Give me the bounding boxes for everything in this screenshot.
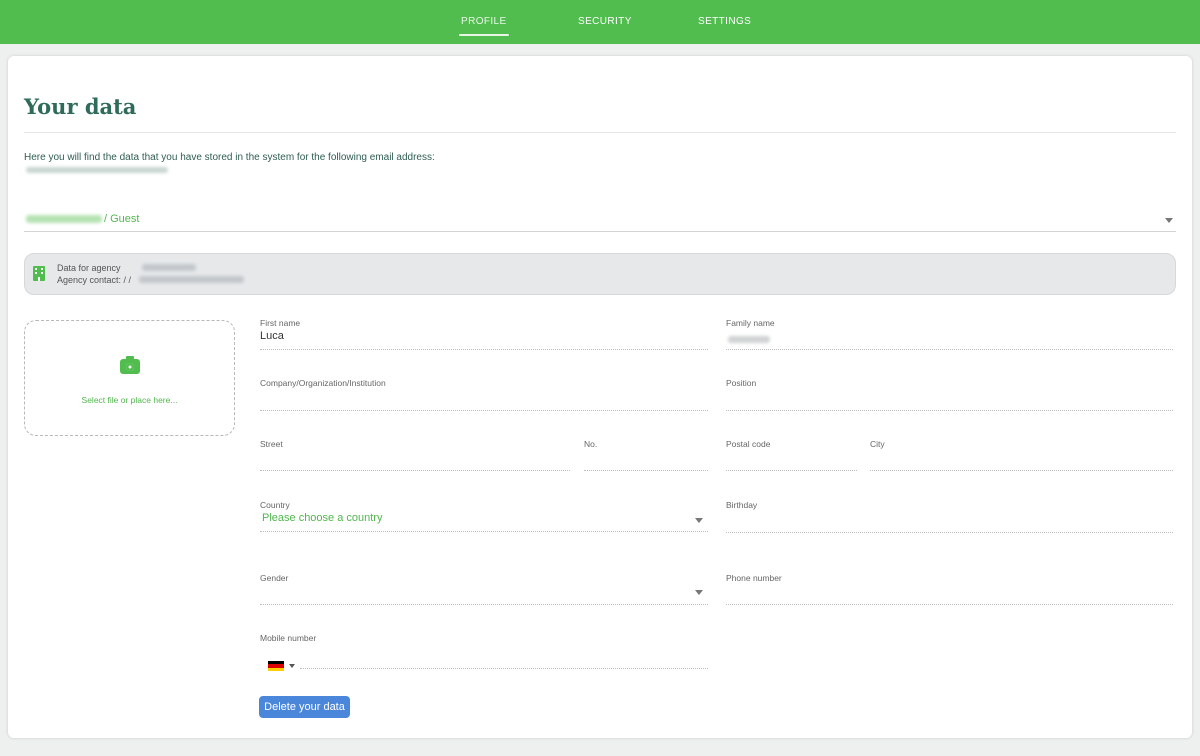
country-label: Country xyxy=(260,500,290,510)
mobile-label: Mobile number xyxy=(260,633,317,643)
house-number-field[interactable]: No. xyxy=(584,439,708,473)
first-name-underline xyxy=(260,349,708,350)
birthday-field[interactable]: Birthday xyxy=(726,500,1173,534)
email-address-redacted xyxy=(26,167,168,173)
postal-code-field[interactable]: Postal code xyxy=(726,439,857,473)
country-underline xyxy=(260,531,708,532)
city-underline xyxy=(870,470,1173,471)
top-navigation: PROFILE SECURITY SETTINGS xyxy=(0,0,1200,44)
house-number-label: No. xyxy=(584,439,598,449)
agency-info-banner: Data for agency Agency contact: / / xyxy=(24,253,1176,295)
street-underline xyxy=(260,470,570,471)
account-select[interactable]: / Guest xyxy=(24,212,1176,232)
account-name-redacted xyxy=(26,215,102,223)
family-name-redacted xyxy=(728,336,770,343)
upload-hint: Select file or place here... xyxy=(81,395,178,405)
tab-profile[interactable]: PROFILE xyxy=(459,0,509,44)
country-flag-icon[interactable] xyxy=(268,661,284,671)
chevron-down-icon xyxy=(289,664,295,668)
tab-security[interactable]: SECURITY xyxy=(578,0,632,44)
country-select[interactable]: Country Please choose a country xyxy=(260,500,708,534)
intro-text: Here you will find the data that you hav… xyxy=(24,152,435,163)
postal-code-label: Postal code xyxy=(726,439,771,449)
position-field[interactable]: Position xyxy=(726,378,1173,412)
phone-label: Phone number xyxy=(726,573,782,583)
family-name-label: Family name xyxy=(726,318,775,328)
flag-stripe xyxy=(268,667,284,671)
position-label: Position xyxy=(726,378,757,388)
mobile-underline xyxy=(300,668,708,669)
first-name-field[interactable]: First name Luca xyxy=(260,318,708,352)
first-name-label: First name xyxy=(260,318,301,328)
title-divider xyxy=(24,132,1176,133)
street-label: Street xyxy=(260,439,283,449)
camera-icon xyxy=(120,356,140,374)
family-name-field[interactable]: Family name xyxy=(726,318,1173,352)
gender-underline xyxy=(260,604,708,605)
agency-contact-label: Agency contact: / / xyxy=(57,275,132,285)
position-underline xyxy=(726,410,1173,411)
first-name-value: Luca xyxy=(260,330,284,342)
account-role: / Guest xyxy=(104,213,140,225)
profile-card: Your data Here you will find the data th… xyxy=(8,56,1192,738)
chevron-down-icon xyxy=(1165,218,1173,223)
birthday-label: Birthday xyxy=(726,500,758,510)
gender-select[interactable]: Gender xyxy=(260,573,708,607)
chevron-down-icon xyxy=(695,590,703,595)
family-name-underline xyxy=(726,349,1173,350)
photo-upload-dropzone[interactable]: Select file or place here... xyxy=(24,320,235,436)
chevron-down-icon xyxy=(695,518,703,523)
agency-data-label: Data for agency xyxy=(57,263,121,273)
street-field[interactable]: Street xyxy=(260,439,570,473)
mobile-field[interactable]: Mobile number xyxy=(260,633,708,671)
delete-data-button[interactable]: Delete your data xyxy=(259,696,350,718)
agency-name-redacted xyxy=(142,264,196,271)
company-field[interactable]: Company/Organization/Institution xyxy=(260,378,708,412)
birthday-underline xyxy=(726,532,1173,533)
house-number-underline xyxy=(584,470,708,471)
page-title: Your data xyxy=(24,94,137,119)
agency-contact-redacted xyxy=(139,276,244,283)
city-label: City xyxy=(870,439,885,449)
gender-label: Gender xyxy=(260,573,289,583)
company-label: Company/Organization/Institution xyxy=(260,378,386,388)
company-underline xyxy=(260,410,708,411)
postal-code-underline xyxy=(726,470,857,471)
building-icon xyxy=(33,266,45,281)
city-field[interactable]: City xyxy=(870,439,1173,473)
phone-field[interactable]: Phone number xyxy=(726,573,1173,607)
country-placeholder: Please choose a country xyxy=(262,512,383,524)
tab-settings[interactable]: SETTINGS xyxy=(698,0,751,44)
phone-underline xyxy=(726,604,1173,605)
